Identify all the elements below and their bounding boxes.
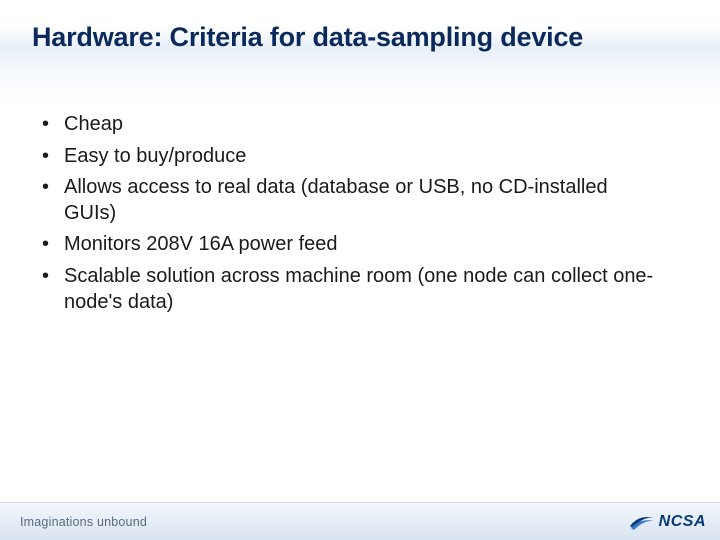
bullet-item: Allows access to real data (database or … [34, 175, 660, 226]
ncsa-logo: NCSA [629, 512, 706, 532]
bullet-item: Scalable solution across machine room (o… [34, 264, 660, 315]
logo-text: NCSA [659, 513, 706, 531]
bullet-item: Easy to buy/produce [34, 144, 660, 170]
footer-tagline: Imaginations unbound [20, 515, 147, 529]
slide-title: Hardware: Criteria for data-sampling dev… [32, 22, 688, 53]
slide-content: Cheap Easy to buy/produce Allows access … [34, 112, 660, 321]
logo-swoosh-icon [629, 512, 655, 532]
slide-footer: Imaginations unbound NCSA [0, 502, 720, 540]
slide: Hardware: Criteria for data-sampling dev… [0, 0, 720, 540]
bullet-item: Cheap [34, 112, 660, 138]
bullet-item: Monitors 208V 16A power feed [34, 232, 660, 258]
bullet-list: Cheap Easy to buy/produce Allows access … [34, 112, 660, 315]
